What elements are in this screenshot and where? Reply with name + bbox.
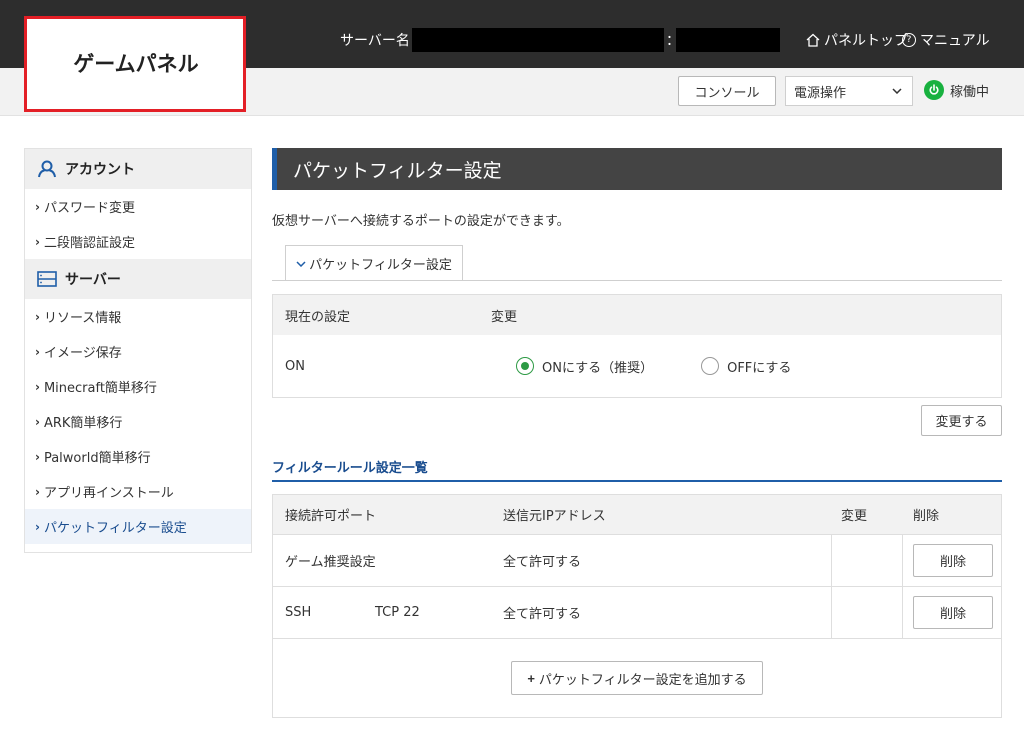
chevron-right-icon: › [35, 449, 40, 464]
server-icon [37, 271, 57, 287]
sidebar-heading-server: サーバー [25, 259, 251, 299]
sidebar-item-2fa[interactable]: › 二段階認証設定 [25, 224, 251, 259]
sidebar-item-label: パスワード変更 [43, 201, 135, 216]
filter-rules-table: 接続許可ポート 送信元IPアドレス 変更 削除 ゲーム推奨設定 全て許可する 削… [272, 494, 1002, 718]
rule-name: ゲーム推奨設定 [285, 555, 376, 570]
game-panel-logo[interactable]: ゲームパネル [38, 30, 234, 96]
sidebar-item-image-save[interactable]: › イメージ保存 [25, 334, 251, 369]
table-row: ON ONにする（推奨） OFFにする [273, 335, 1001, 397]
sidebar-item-ark-migration[interactable]: › ARK簡単移行 [25, 404, 251, 439]
radio-off-label: OFFにする [727, 360, 792, 376]
chevron-down-icon [296, 260, 306, 267]
tab-divider [272, 280, 1002, 281]
current-setting-value: ON [285, 358, 305, 374]
sidebar-heading-account: アカウント [25, 149, 251, 189]
rule-name: SSH [285, 605, 312, 620]
tab-label: パケットフィルター設定 [309, 258, 452, 273]
help-icon: ? [902, 33, 916, 47]
chevron-right-icon: › [35, 309, 40, 324]
add-packet-filter-button[interactable]: + パケットフィルター設定を追加する [511, 661, 763, 695]
radio-on-label: ONにする（推奨） [542, 360, 654, 376]
chevron-right-icon: › [35, 519, 40, 534]
chevron-right-icon: › [35, 199, 40, 214]
radio-on[interactable]: ONにする（推奨） [516, 357, 653, 376]
table-row: ゲーム推奨設定 全て許可する 削除 [273, 535, 1001, 587]
chevron-right-icon: › [35, 344, 40, 359]
sidebar-item-minecraft-migration[interactable]: › Minecraft簡単移行 [25, 369, 251, 404]
rule-delete-cell: 削除 [903, 535, 1001, 586]
chevron-right-icon: › [35, 414, 40, 429]
radio-off[interactable]: OFFにする [701, 357, 791, 376]
power-icon [924, 80, 944, 100]
server-status: 稼働中 [924, 80, 989, 100]
sidebar: アカウント › パスワード変更 › 二段階認証設定 サーバー › リソース情報 … [24, 148, 252, 553]
rule-source: 全て許可する [503, 607, 582, 622]
add-rule-row: + パケットフィルター設定を追加する [273, 639, 1001, 717]
sidebar-item-label: ARK簡単移行 [43, 416, 123, 431]
header-change: 変更 [841, 509, 868, 524]
chevron-down-icon [892, 88, 902, 94]
rule-change-cell [831, 535, 903, 586]
page-title: パケットフィルター設定 [272, 148, 1002, 190]
sidebar-item-resource-info[interactable]: › リソース情報 [25, 299, 251, 334]
server-ip-redacted [676, 28, 780, 52]
header-allowed-port: 接続許可ポート [285, 509, 377, 524]
rule-port: TCP 22 [375, 605, 420, 620]
server-name-redacted [412, 28, 664, 52]
header-change: 変更 [491, 309, 518, 325]
rule-change-cell [831, 587, 903, 638]
plus-icon: + [527, 670, 535, 686]
filter-setting-table: 現在の設定 変更 ON ONにする（推奨） OFFにする [272, 294, 1002, 398]
account-heading-label: アカウント [65, 162, 135, 178]
rules-section-title: フィルタールール設定一覧 [272, 461, 428, 476]
power-select-value: 電源操作 [794, 85, 847, 101]
radio-group: ONにする（推奨） OFFにする [491, 357, 839, 376]
sidebar-item-label: 二段階認証設定 [43, 236, 135, 251]
header-source-ip: 送信元IPアドレス [503, 509, 606, 524]
rule-source: 全て許可する [503, 555, 582, 570]
chevron-right-icon: › [35, 234, 40, 249]
delete-button[interactable]: 削除 [913, 544, 993, 577]
manual-link[interactable]: ? マニュアル [902, 30, 990, 50]
rule-delete-cell: 削除 [903, 587, 1001, 638]
page-description: 仮想サーバーへ接続するポートの設定ができます。 [272, 214, 570, 229]
tab-packet-filter[interactable]: パケットフィルター設定 [285, 245, 463, 281]
user-icon [38, 160, 56, 178]
table-header-row: 現在の設定 変更 [273, 295, 1001, 335]
sidebar-item-label: パケットフィルター設定 [43, 521, 187, 536]
panel-top-link[interactable]: パネルトップ [806, 30, 908, 50]
radio-on-circle[interactable] [516, 357, 534, 375]
apply-change-button[interactable]: 変更する [921, 405, 1002, 436]
rules-section-underline [272, 480, 1002, 482]
server-heading-label: サーバー [65, 272, 121, 288]
power-operation-select[interactable]: 電源操作 [785, 76, 913, 106]
chevron-right-icon: › [35, 484, 40, 499]
sidebar-item-label: Palworld簡単移行 [43, 451, 151, 466]
sidebar-item-password[interactable]: › パスワード変更 [25, 189, 251, 224]
sidebar-item-packet-filter[interactable]: › パケットフィルター設定 [25, 509, 251, 544]
home-icon [806, 33, 820, 47]
chevron-right-icon: › [35, 379, 40, 394]
sidebar-item-label: イメージ保存 [43, 346, 122, 361]
header-current-setting: 現在の設定 [285, 309, 351, 325]
add-button-label: パケットフィルター設定を追加する [538, 671, 747, 687]
panel-top-label: パネルトップ [824, 33, 908, 49]
console-button[interactable]: コンソール [678, 76, 776, 106]
header-delete: 削除 [913, 509, 940, 524]
radio-off-circle[interactable] [701, 357, 720, 375]
sidebar-item-label: リソース情報 [43, 311, 122, 326]
sidebar-item-palworld-migration[interactable]: › Palworld簡単移行 [25, 439, 251, 474]
sidebar-item-label: Minecraft簡単移行 [43, 381, 157, 396]
manual-label: マニュアル [920, 33, 990, 49]
delete-button[interactable]: 削除 [913, 596, 993, 629]
sidebar-item-label: アプリ再インストール [43, 486, 174, 501]
status-label: 稼働中 [950, 84, 990, 100]
sidebar-item-app-reinstall[interactable]: › アプリ再インストール [25, 474, 251, 509]
table-row: SSH TCP 22 全て許可する 削除 [273, 587, 1001, 639]
table-header-row: 接続許可ポート 送信元IPアドレス 変更 削除 [273, 495, 1001, 535]
